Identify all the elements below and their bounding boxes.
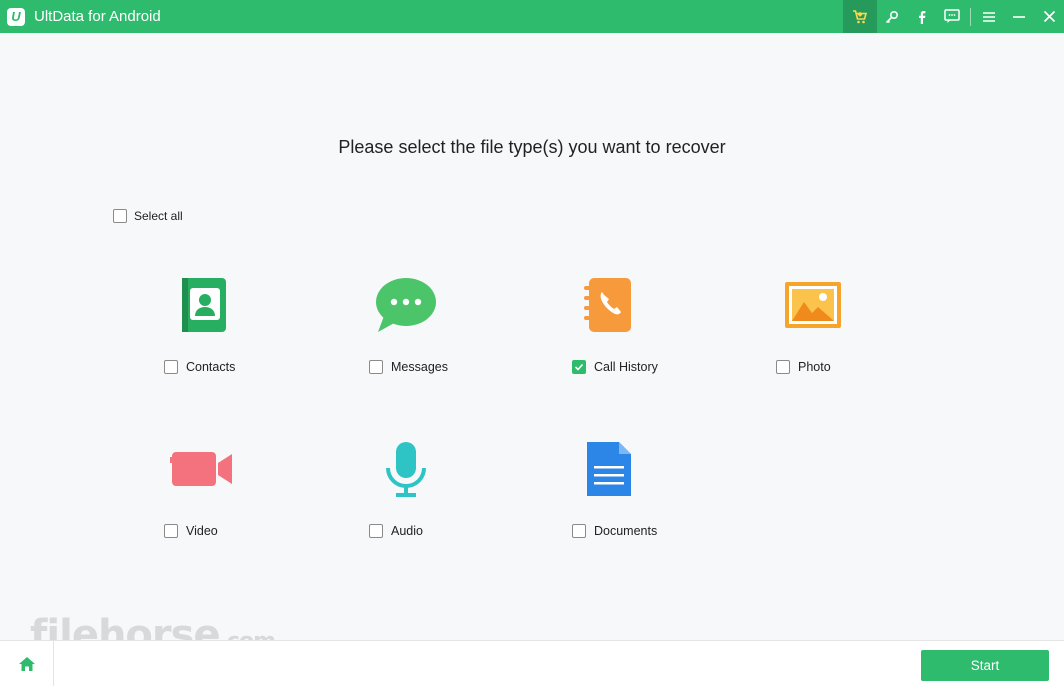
messages-checkbox[interactable] [369,360,383,374]
file-type-documents[interactable]: Documents [509,434,709,554]
audio-icon [306,434,506,504]
home-button[interactable] [0,641,54,686]
facebook-icon[interactable] [907,0,937,33]
audio-label: Audio [391,524,423,538]
key-icon[interactable] [877,0,907,33]
file-type-photo[interactable]: Photo [713,270,913,390]
documents-icon [509,434,709,504]
file-type-call-history[interactable]: Call History [509,270,709,390]
cart-icon[interactable] [843,0,877,33]
home-icon [18,657,35,671]
documents-checkbox[interactable] [572,524,586,538]
title-bar-controls [843,0,1064,33]
footer-bar: Start [0,640,1064,686]
photo-checkbox[interactable] [776,360,790,374]
video-checkbox[interactable] [164,524,178,538]
call-history-label: Call History [594,360,658,374]
select-all-checkbox[interactable] [113,209,127,223]
contacts-label: Contacts [186,360,236,374]
close-icon[interactable] [1034,0,1064,33]
file-type-video[interactable]: Video [103,434,303,554]
minimize-icon[interactable] [1004,0,1034,33]
file-type-messages[interactable]: Messages [306,270,506,390]
call-history-icon [509,270,709,340]
file-type-contacts[interactable]: Contacts [103,270,303,390]
title-bar: U UltData for Android [0,0,1064,33]
audio-checkbox[interactable] [369,524,383,538]
video-icon [103,434,303,504]
menu-icon[interactable] [974,0,1004,33]
file-type-audio[interactable]: Audio [306,434,506,554]
call-history-checkbox[interactable] [572,360,586,374]
video-label: Video [186,524,218,538]
app-logo-icon: U [7,7,25,26]
start-button[interactable]: Start [921,650,1049,681]
contacts-checkbox[interactable] [164,360,178,374]
messages-icon [306,270,506,340]
select-all-label: Select all [134,209,183,223]
contacts-icon [103,270,303,340]
select-all-option[interactable]: Select all [113,209,183,223]
messages-label: Messages [391,360,448,374]
photo-label: Photo [798,360,831,374]
page-heading: Please select the file type(s) you want … [338,137,726,157]
photo-icon [713,270,913,340]
app-title: UltData for Android [34,8,161,25]
toolbar-divider [970,7,971,26]
documents-label: Documents [594,524,658,538]
feedback-icon[interactable] [937,0,967,33]
